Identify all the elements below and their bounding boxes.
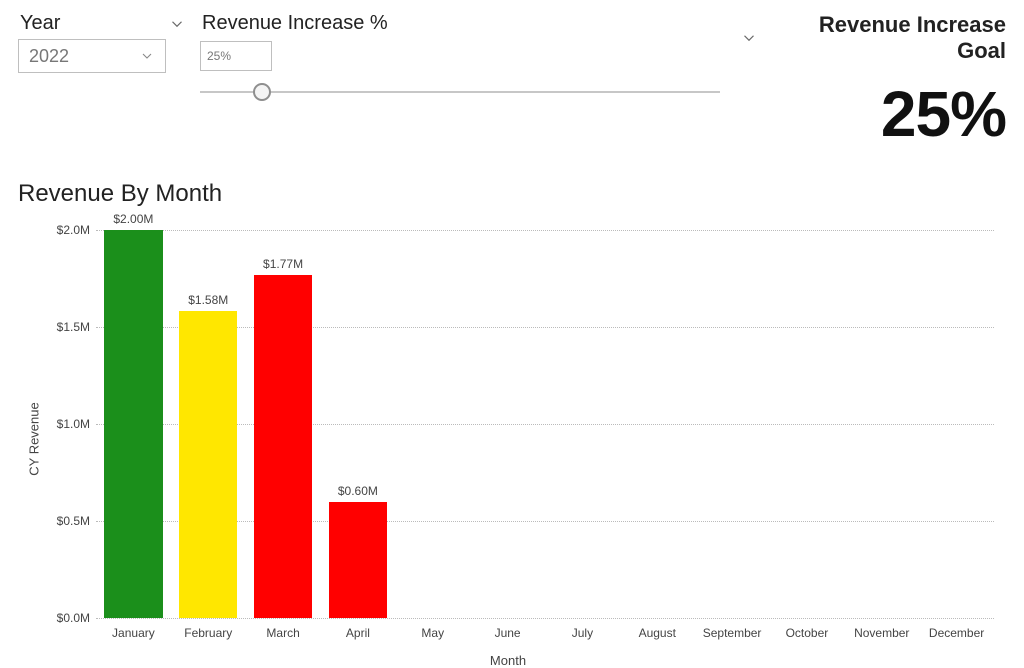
y-axis-title: CY Revenue: [27, 402, 42, 475]
goal-title: Revenue Increase Goal: [768, 12, 1006, 64]
bar[interactable]: $1.58M: [179, 311, 237, 618]
chevron-down-icon[interactable]: [168, 15, 186, 33]
slider-track: [200, 91, 720, 93]
x-tick-label: October: [786, 626, 829, 640]
y-tick-label: $2.0M: [36, 223, 90, 237]
bar[interactable]: $2.00M: [104, 230, 162, 618]
x-tick-label: September: [703, 626, 762, 640]
chart-title: Revenue By Month: [18, 180, 1006, 208]
param-slider[interactable]: [200, 79, 720, 105]
y-tick-label: $0.5M: [36, 514, 90, 528]
x-tick-label: January: [112, 626, 155, 640]
year-slicer-title: Year: [20, 12, 60, 35]
x-tick-label: May: [421, 626, 444, 640]
param-title: Revenue Increase %: [202, 12, 388, 35]
x-tick-label: June: [495, 626, 521, 640]
x-tick-label: April: [346, 626, 370, 640]
y-tick-label: $1.5M: [36, 320, 90, 334]
bar-value-label: $1.58M: [188, 293, 228, 307]
goal-value: 25%: [881, 82, 1006, 146]
bar-value-label: $1.77M: [263, 257, 303, 271]
y-tick-label: $1.0M: [36, 417, 90, 431]
x-tick-label: December: [929, 626, 984, 640]
bar-value-label: $0.60M: [338, 484, 378, 498]
param-value-input[interactable]: 25%: [200, 41, 272, 71]
x-tick-label: August: [639, 626, 676, 640]
bar[interactable]: $0.60M: [329, 502, 387, 618]
param-value-text: 25%: [207, 49, 231, 63]
slider-thumb[interactable]: [253, 83, 271, 101]
chevron-down-icon[interactable]: [740, 29, 758, 47]
revenue-by-month-chart: CY Revenue $0.0M $0.5M $1.0M $1.5M $2.0M Jan…: [18, 214, 998, 664]
y-tick-label: $0.0M: [36, 611, 90, 625]
x-tick-label: February: [184, 626, 232, 640]
bar-value-label: $2.00M: [113, 212, 153, 226]
gridline: [96, 618, 994, 619]
year-select-value: 2022: [29, 46, 69, 67]
chevron-down-icon: [139, 48, 155, 64]
year-select[interactable]: 2022: [18, 39, 166, 73]
x-tick-label: July: [572, 626, 593, 640]
x-tick-label: March: [266, 626, 299, 640]
x-tick-label: November: [854, 626, 909, 640]
bar[interactable]: $1.77M: [254, 275, 312, 618]
